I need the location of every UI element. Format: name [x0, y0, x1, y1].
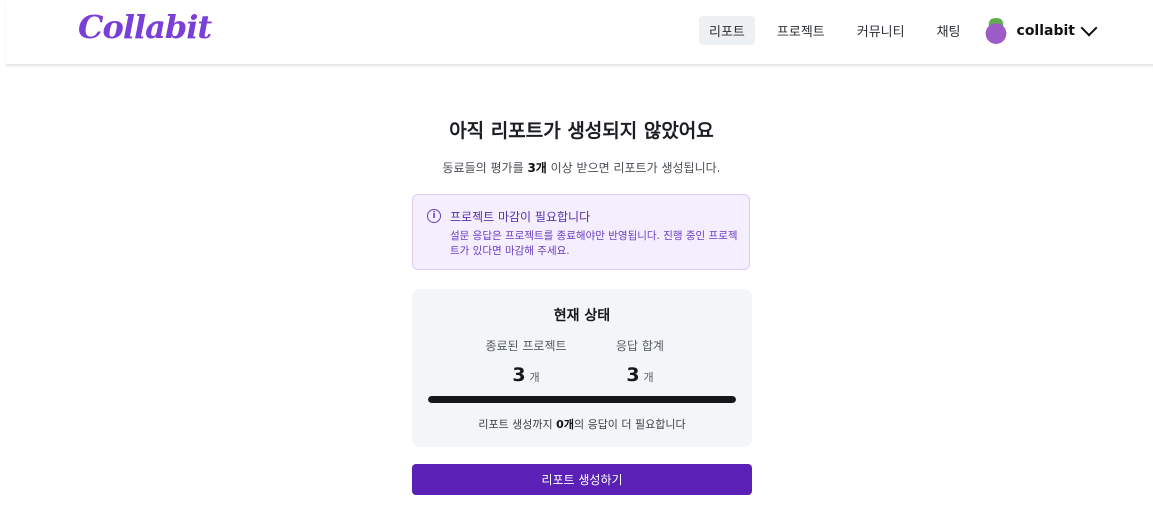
progress-fill — [428, 396, 736, 403]
profile-name: collabit — [1016, 22, 1075, 39]
nav-item-report[interactable]: 리포트 — [699, 16, 755, 45]
notice-body: 설문 응답은 프로젝트를 종료해야만 반영됩니다. 진행 중인 프로젝트가 있다… — [450, 230, 738, 257]
status-footer: 리포트 생성까지 0개의 응답이 더 필요합니다 — [412, 416, 752, 432]
subtitle-count: 3개 — [527, 161, 547, 175]
nav-item-chat[interactable]: 채팅 — [927, 16, 971, 45]
completed-projects-stat: 종료된 프로젝트 3개 — [466, 337, 586, 386]
info-icon: i — [427, 209, 441, 223]
unit: 개 — [643, 371, 654, 384]
responses-count: 3 — [626, 364, 640, 386]
unit: 개 — [529, 371, 540, 384]
avatar — [982, 17, 1009, 44]
chevron-down-icon[interactable] — [1080, 19, 1098, 37]
completed-projects-value: 3개 — [466, 364, 586, 386]
notice-title: 프로젝트 마감이 필요합니다 — [450, 210, 591, 224]
footer-suffix: 의 응답이 더 필요합니다 — [573, 418, 686, 431]
responses-stat: 응답 합계 3개 — [580, 337, 700, 386]
status-card: 현재 상태 종료된 프로젝트 3개 응답 합계 3개 리포트 생성까지 0개의 … — [412, 289, 752, 447]
top-header: Collabit 리포트 프로젝트 커뮤니티 채팅 collabit — [6, 0, 1153, 66]
progress-bar — [428, 396, 736, 403]
generate-report-button[interactable]: 리포트 생성하기 — [412, 464, 752, 495]
nav-item-project[interactable]: 프로젝트 — [767, 16, 835, 45]
completed-count: 3 — [512, 364, 526, 386]
notice-box: i 프로젝트 마감이 필요합니다 설문 응답은 프로젝트를 종료해야만 반영됩니… — [412, 194, 750, 270]
main-nav: 리포트 프로젝트 커뮤니티 채팅 collabit — [687, 16, 1098, 45]
responses-value: 3개 — [580, 364, 700, 386]
page-title: 아직 리포트가 생성되지 않았어요 — [449, 120, 714, 142]
page-subtitle: 동료들의 평가를 3개 이상 받으면 리포트가 생성됩니다. — [0, 159, 1153, 176]
footer-count: 0개 — [556, 418, 574, 431]
status-title: 현재 상태 — [553, 308, 611, 324]
subtitle-prefix: 동료들의 평가를 — [442, 161, 528, 175]
collabit-logo[interactable]: Collabit — [78, 8, 212, 46]
nav-item-community[interactable]: 커뮤니티 — [847, 16, 915, 45]
profile-menu[interactable]: collabit — [982, 17, 1098, 44]
responses-label: 응답 합계 — [616, 339, 664, 353]
footer-prefix: 리포트 생성까지 — [478, 418, 557, 431]
completed-projects-label: 종료된 프로젝트 — [485, 339, 567, 353]
subtitle-suffix: 이상 받으면 리포트가 생성됩니다. — [546, 161, 721, 175]
